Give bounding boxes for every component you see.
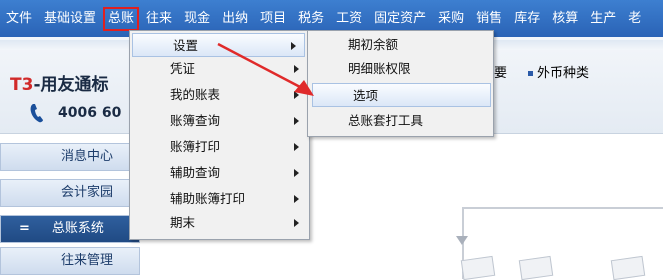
submenu-arrow-icon (294, 219, 299, 227)
menu-item-detail-permissions[interactable]: 明细账权限 (308, 57, 491, 81)
submenu-arrow-icon (294, 117, 299, 125)
menu-item-ledger-print[interactable]: 账簿打印 (130, 135, 307, 159)
menu-basic-settings[interactable]: 基础设置 (38, 0, 102, 37)
menu-item-ledger-print-tool[interactable]: 总账套打工具 (308, 109, 491, 133)
menu-item-period-end[interactable]: 期末 (130, 211, 307, 235)
flow-document-icon (518, 255, 554, 280)
settings-submenu: 期初余额 明细账权限 选项 总账套打工具 (307, 30, 494, 137)
annotation-arrow-icon (217, 42, 314, 96)
menu-more[interactable]: 老 (622, 0, 647, 37)
menu-item-aux-ledger-print[interactable]: 辅助账簿打印 (130, 187, 307, 211)
nav-message-center[interactable]: 消息中心 (0, 143, 140, 171)
menu-item-options[interactable]: 选项 (312, 83, 491, 107)
submenu-arrow-icon (294, 169, 299, 177)
bullet-icon (528, 71, 533, 76)
logo-text: -用友通标 (33, 75, 109, 95)
toolbar-item-summary[interactable]: 要 (494, 62, 507, 81)
nav-receivables-management[interactable]: 往来管理 (0, 247, 140, 275)
logo-prefix: T3 (10, 75, 34, 95)
menu-inventory[interactable]: 库存 (508, 0, 546, 37)
menu-accounting[interactable]: 核算 (546, 0, 584, 37)
logo: T3-用友通标 (10, 70, 109, 95)
toolbar-item-foreign-currency[interactable]: 外币种类 (528, 62, 589, 81)
nav-accounting-home[interactable]: 会计家园 (0, 179, 140, 207)
flow-document-icon (460, 255, 496, 280)
nav-label: 总账系统 (51, 221, 104, 236)
flow-arrow-icon (456, 236, 468, 245)
submenu-arrow-icon (294, 143, 299, 151)
nav-general-ledger-system[interactable]: = 总账系统 (0, 215, 140, 243)
menu-item-opening-balance[interactable]: 期初余额 (308, 33, 491, 57)
menu-file[interactable]: 文件 (0, 0, 38, 37)
phone-number: 4006 60 (58, 105, 122, 121)
phone-info: 4006 60 (30, 103, 121, 123)
menu-production[interactable]: 生产 (584, 0, 622, 37)
collapse-icon: = (19, 221, 30, 236)
submenu-arrow-icon (294, 195, 299, 203)
menu-item-ledger-query[interactable]: 账簿查询 (130, 109, 307, 133)
menu-item-aux-query[interactable]: 辅助查询 (130, 161, 307, 185)
phone-icon (30, 104, 43, 123)
flow-document-icon (610, 255, 646, 280)
